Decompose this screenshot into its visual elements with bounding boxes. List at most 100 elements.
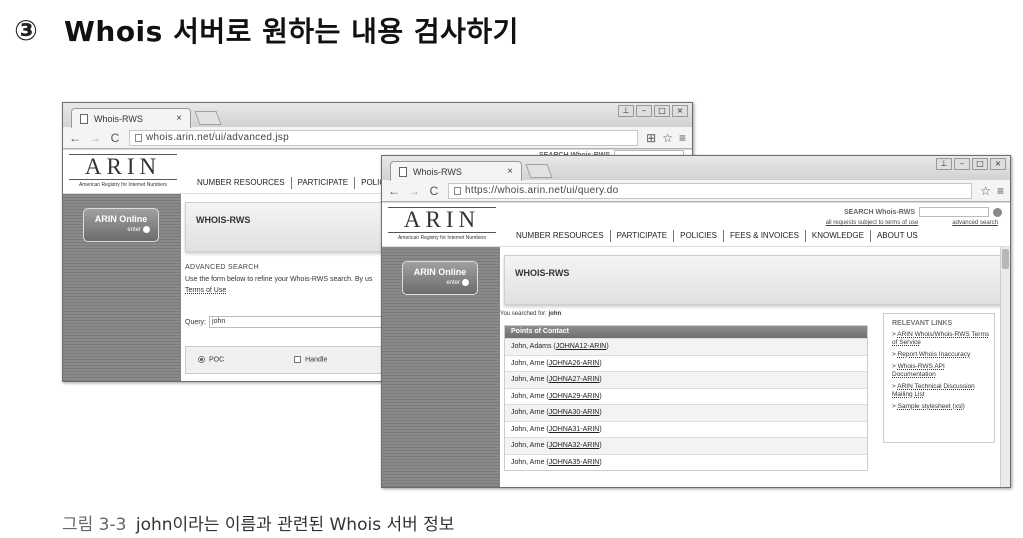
table-header: Points of Contact (505, 326, 867, 338)
contact-handle-link[interactable]: JOHNA26-ARIN (549, 360, 600, 367)
title-bar: Whois-RWS × ⊥ – □ × (63, 103, 692, 128)
relevant-link[interactable]: Report Whois Inaccuracy (898, 351, 971, 358)
list-item: > Sample stylesheet (xsl) (892, 403, 965, 410)
terms-of-use-link[interactable]: all requests subject to terms of use (826, 220, 919, 226)
relevant-link[interactable]: Sample stylesheet (xsl) (898, 403, 965, 410)
contact-name: John, Arne (511, 409, 545, 416)
contact-handle-link[interactable]: JOHNA30-ARIN (549, 409, 600, 416)
maximize-icon[interactable]: □ (972, 158, 988, 170)
table-row: John, Adams (JOHNA12-ARIN) (505, 338, 867, 355)
url-text: whois.arin.net/ui/advanced.jsp (146, 132, 289, 143)
forward-icon[interactable]: → (89, 131, 101, 145)
poc-radio[interactable] (198, 356, 205, 364)
arin-logo[interactable]: ARIN American Registry for Internet Numb… (388, 207, 496, 241)
table-row: John, Arne (JOHNA30-ARIN) (505, 404, 867, 421)
enter-label: enter (127, 227, 141, 234)
url-field[interactable]: whois.arin.net/ui/advanced.jsp (129, 129, 639, 146)
page-icon (399, 166, 407, 177)
page-icon (80, 113, 88, 124)
search-summary: You searched for: john (500, 311, 561, 317)
relevant-link[interactable]: ARIN Whois/Whois-RWS Terms of Service (892, 331, 989, 346)
table-row: John, Arne (JOHNA35-ARIN) (505, 453, 867, 471)
arin-logo[interactable]: ARIN American Registry for Internet Numb… (69, 154, 177, 188)
url-field[interactable]: https://whois.arin.net/ui/query.do (448, 182, 973, 199)
contact-name: John, Arne (511, 442, 545, 449)
translate-icon[interactable]: ⊞ (646, 131, 656, 145)
page-info-icon (135, 133, 142, 142)
query-label: Query: (185, 318, 207, 326)
close-window-icon[interactable]: × (672, 105, 688, 117)
enter-label: enter (446, 280, 460, 287)
nav-item-about-us[interactable]: ABOUT US (871, 230, 924, 242)
handle-option[interactable]: Handle (294, 356, 327, 364)
contact-name: John, Adams (511, 343, 552, 350)
contact-handle-link[interactable]: JOHNA12-ARIN (556, 343, 607, 350)
poc-option[interactable]: POC (198, 356, 225, 364)
back-icon[interactable]: ← (388, 184, 400, 198)
terms-of-use-link[interactable]: Terms of Use (185, 287, 226, 294)
bookmark-star-icon[interactable]: ☆ (980, 184, 991, 198)
poc-label: POC (209, 356, 225, 364)
reload-icon[interactable]: C (428, 184, 440, 198)
contact-handle-link[interactable]: JOHNA31-ARIN (549, 426, 600, 433)
browser-tab[interactable]: Whois-RWS × (390, 161, 522, 181)
close-icon[interactable]: × (507, 166, 513, 177)
caption-text: john이라는 이름과 관련된 Whois 서버 정보 (135, 515, 455, 535)
searched-term: john (548, 311, 562, 317)
contact-handle-link[interactable]: JOHNA35-ARIN (549, 459, 600, 466)
query-input[interactable]: john (209, 316, 400, 328)
new-tab-button[interactable] (525, 164, 553, 178)
nav-item-fees-invoices[interactable]: FEES & INVOICES (724, 230, 806, 242)
address-bar: ← → C https://whois.arin.net/ui/query.do… (382, 180, 1010, 202)
logo-word: ARIN (388, 207, 496, 233)
window-controls: ⊥ – □ × (936, 158, 1006, 170)
sidebar: ARIN Online enter (63, 194, 181, 381)
table-row: John, Arne (JOHNA31-ARIN) (505, 420, 867, 438)
main-nav: NUMBER RESOURCES PARTICIPATE POLICIES FE… (510, 230, 924, 242)
arin-online-button[interactable]: ARIN Online enter (402, 261, 478, 295)
contact-handle-link[interactable]: JOHNA29-ARIN (549, 393, 600, 400)
back-icon[interactable]: ← (69, 131, 81, 145)
url-text: https://whois.arin.net/ui/query.do (465, 185, 619, 196)
handle-checkbox[interactable] (294, 356, 302, 364)
new-tab-button[interactable] (194, 111, 222, 125)
advanced-search-link[interactable]: advanced search (952, 220, 998, 226)
relevant-link[interactable]: ARIN Technical Discussion Mailing List (892, 383, 975, 398)
nav-item-participate[interactable]: PARTICIPATE (292, 177, 356, 189)
minimize-icon[interactable]: – (954, 158, 970, 170)
nav-item-number-resources[interactable]: NUMBER RESOURCES (510, 230, 611, 242)
menu-icon[interactable]: ≡ (679, 131, 686, 145)
nav-item-participate[interactable]: PARTICIPATE (611, 230, 675, 242)
forward-icon[interactable]: → (408, 184, 420, 198)
page-banner: WHOIS-RWS (504, 255, 1002, 305)
scrollbar-thumb[interactable] (1002, 249, 1009, 269)
contact-name: John, Arne (511, 425, 545, 433)
relevant-link[interactable]: Whois-RWS API Documentation (892, 363, 945, 378)
reload-icon[interactable]: C (109, 131, 121, 145)
close-icon[interactable]: × (176, 113, 182, 124)
close-window-icon[interactable]: × (990, 158, 1006, 170)
search-go-icon[interactable] (993, 207, 1002, 217)
section-title: Whois 서버로 원하는 내용 검사하기 (64, 15, 519, 48)
step-number: ③ (14, 13, 38, 47)
figure-number: 그림 3-3 (62, 515, 127, 535)
nav-item-knowledge[interactable]: KNOWLEDGE (806, 230, 871, 242)
search-input[interactable] (919, 207, 989, 217)
table-row: John, Arne (JOHNA29-ARIN) (505, 387, 867, 405)
nav-item-number-resources[interactable]: NUMBER RESOURCES (191, 177, 292, 189)
main-nav: NUMBER RESOURCES PARTICIPATE POLICIES (191, 177, 404, 189)
address-bar: ← → C whois.arin.net/ui/advanced.jsp ⊞ ☆… (63, 127, 692, 149)
nav-item-policies[interactable]: POLICIES (674, 230, 725, 242)
contact-handle-link[interactable]: JOHNA27-ARIN (549, 376, 600, 383)
minimize-icon[interactable]: – (636, 105, 652, 117)
user-icon[interactable]: ⊥ (618, 105, 634, 117)
points-of-contact-table: Points of Contact John, Adams (JOHNA12-A… (504, 325, 868, 471)
arin-online-button[interactable]: ARIN Online enter (83, 208, 159, 242)
maximize-icon[interactable]: □ (654, 105, 670, 117)
vertical-scrollbar[interactable] (1000, 247, 1010, 487)
user-icon[interactable]: ⊥ (936, 158, 952, 170)
contact-handle-link[interactable]: JOHNA32-ARIN (549, 442, 600, 449)
browser-tab[interactable]: Whois-RWS × (71, 108, 191, 128)
bookmark-star-icon[interactable]: ☆ (662, 131, 673, 145)
menu-icon[interactable]: ≡ (997, 184, 1004, 198)
